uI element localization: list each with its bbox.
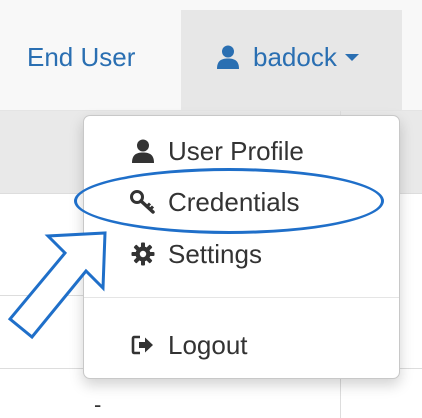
menu-item-user-profile[interactable]: User Profile	[130, 136, 304, 166]
menu-item-label: Logout	[168, 330, 248, 360]
user-icon	[217, 45, 239, 69]
menu-divider	[84, 297, 399, 298]
menu-item-label: Credentials	[168, 187, 300, 217]
end-user-link[interactable]: End User	[27, 42, 135, 72]
gear-icon	[130, 242, 156, 266]
menu-item-label: User Profile	[168, 136, 304, 166]
user-dropdown-menu: User Profile Credentials Settings Logout	[83, 115, 400, 379]
menu-item-settings[interactable]: Settings	[130, 239, 262, 269]
table-row-divider	[0, 295, 90, 296]
key-icon	[130, 190, 156, 214]
user-menu-toggle-content: badock	[217, 42, 359, 72]
table-cell: -	[94, 392, 102, 417]
user-menu-toggle[interactable]: badock	[181, 10, 402, 110]
menu-item-label: Settings	[168, 239, 262, 269]
top-navbar: End User badock	[0, 0, 422, 111]
menu-item-logout[interactable]: Logout	[130, 330, 248, 360]
caret-down-icon	[344, 53, 359, 61]
username-label: badock	[253, 42, 337, 72]
user-icon	[130, 139, 156, 163]
sign-out-icon	[130, 334, 156, 356]
menu-item-credentials[interactable]: Credentials	[130, 187, 300, 217]
